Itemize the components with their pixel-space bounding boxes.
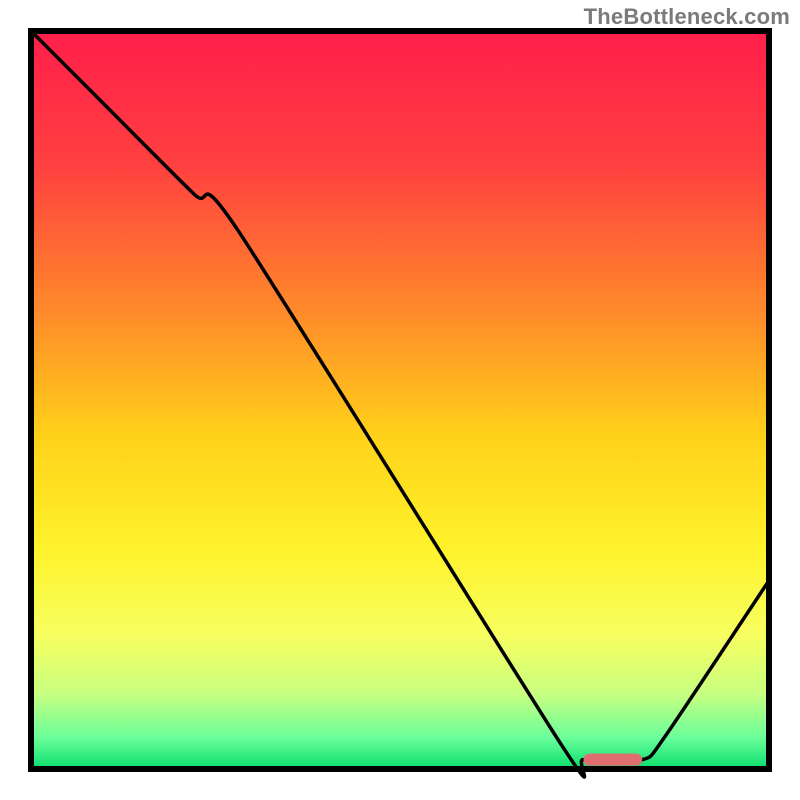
heat-chart (0, 0, 800, 800)
trough-marker (584, 754, 643, 766)
watermark-text: TheBottleneck.com (584, 4, 790, 30)
chart-frame: { "watermark": "TheBottleneck.com", "col… (0, 0, 800, 800)
